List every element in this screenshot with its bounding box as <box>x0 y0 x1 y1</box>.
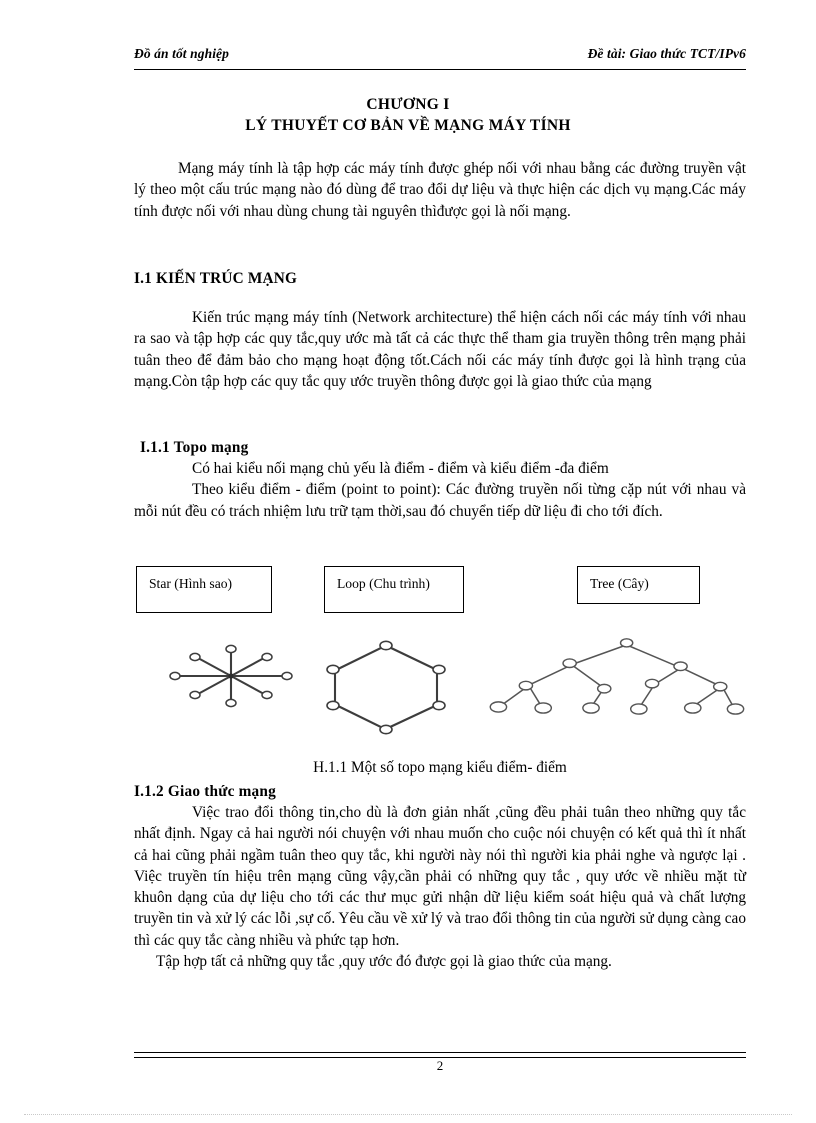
document-page: Đồ án tốt nghiệp Đề tài: Giao thức TCT/I… <box>0 0 816 1123</box>
chapter-heading: CHƯƠNG I LÝ THUYẾT CƠ BẢN VỀ MẠNG MÁY TÍ… <box>108 94 708 136</box>
section-i11-paragraph-2: Theo kiểu điểm - điểm (point to point): … <box>134 481 746 520</box>
section-heading-i12: I.1.2 Giao thức mạng <box>134 783 276 800</box>
page-header: Đồ án tốt nghiệp Đề tài: Giao thức TCT/I… <box>134 46 746 68</box>
header-divider <box>134 69 746 70</box>
intro-paragraph: Mạng máy tính là tập hợp các máy tính đư… <box>134 160 746 220</box>
header-right-text: Đề tài: Giao thức TCT/IPv6 <box>587 46 746 61</box>
figure-label-box-star: Star (Hình sao) <box>136 566 272 613</box>
header-left-text: Đồ án tốt nghiệp <box>134 46 229 61</box>
star-topology-diagram <box>169 644 293 708</box>
section-heading-i1: I.1 KIẾN TRÚC MẠNG <box>134 270 298 287</box>
page-bottom-edge <box>24 1114 792 1115</box>
chapter-number: CHƯƠNG I <box>366 96 450 113</box>
figure-topologies: Star (Hình sao) Loop (Chu trình) Tree (C… <box>134 560 746 750</box>
figure-caption: H.1.1 Một số topo mạng kiểu điểm- điểm <box>313 759 567 776</box>
section-topology: I.1.1 Topo mạng Có hai kiểu nối mạng chủ… <box>134 437 746 522</box>
section-i1-paragraph: Kiến trúc mạng máy tính (Network archite… <box>134 309 746 390</box>
section-architecture: I.1 KIẾN TRÚC MẠNG Kiến trúc mạng máy tí… <box>134 268 746 392</box>
section-heading-i11: I.1.1 Topo mạng <box>140 439 249 456</box>
section-i12-paragraph-2: Tập hợp tất cả những quy tắc ,quy ước đó… <box>156 953 612 971</box>
figure-label-box-tree: Tree (Cây) <box>577 566 700 604</box>
chapter-title: LÝ THUYẾT CƠ BẢN VỀ MẠNG MÁY TÍNH <box>245 117 571 134</box>
section-i11-paragraph-1: Có hai kiểu nối mạng chủ yếu là điểm - đ… <box>192 460 609 477</box>
figure-label-box-loop: Loop (Chu trình) <box>324 566 464 613</box>
tree-topology-diagram <box>489 638 745 715</box>
intro-paragraph-block: Mạng máy tính là tập hợp các máy tính đư… <box>134 158 746 222</box>
loop-topology-diagram <box>326 640 446 735</box>
page-number: 2 <box>436 1058 444 1073</box>
section-i12-paragraph-1: Việc trao đổi thông tin,cho dù là đơn gi… <box>134 804 746 949</box>
section-protocol: I.1.2 Giao thức mạng Việc trao đổi thông… <box>134 781 746 972</box>
